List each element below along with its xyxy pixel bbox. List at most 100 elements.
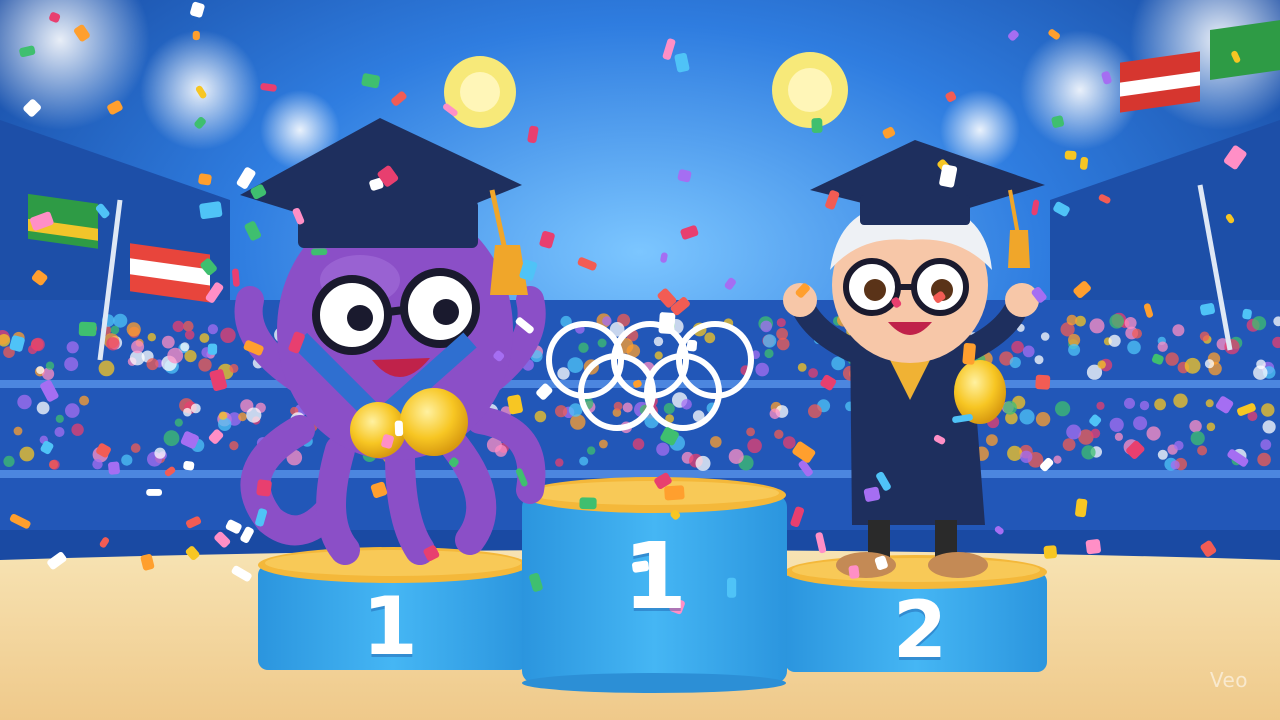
crowd-spectator xyxy=(130,443,141,453)
crowd-spectator xyxy=(238,412,247,422)
crowd-spectator xyxy=(776,318,786,328)
crowd-spectator xyxy=(1124,317,1137,329)
crowd-spectator xyxy=(783,436,796,449)
crowd-spectator xyxy=(27,344,38,355)
confetti-piece xyxy=(394,420,404,437)
crowd-spectator xyxy=(663,403,675,414)
crowd-spectator xyxy=(1068,343,1081,356)
crowd-spectator xyxy=(1165,352,1179,366)
crowd-spectator xyxy=(36,366,45,375)
confetti-piece xyxy=(311,248,328,256)
crowd-spectator xyxy=(555,405,568,418)
crowd-spectator xyxy=(13,426,23,436)
crowd-spectator xyxy=(602,316,612,326)
crowd-spectator xyxy=(1035,412,1051,427)
crowd-spectator xyxy=(578,342,589,353)
crowd-spectator xyxy=(534,410,547,423)
crowd-spectator xyxy=(1262,420,1276,434)
crowd-spectator xyxy=(1157,341,1168,352)
crowd-spectator xyxy=(98,360,115,377)
crowd-spectator xyxy=(198,358,212,372)
crowd-spectator xyxy=(654,351,663,360)
crowd-spectator xyxy=(704,332,716,344)
confetti-piece xyxy=(108,461,120,475)
crowd-spectator xyxy=(1114,432,1123,441)
crowd-spectator xyxy=(613,401,623,411)
confetti-piece xyxy=(207,343,218,355)
crowd-spectator xyxy=(1206,422,1216,432)
crowd-spectator xyxy=(163,430,180,447)
crowd-spectator xyxy=(597,338,607,348)
crowd-spectator xyxy=(1007,445,1023,461)
crowd-spectator xyxy=(167,347,184,364)
crowd-spectator xyxy=(1081,445,1096,460)
crowd-spectator xyxy=(1040,332,1050,341)
crowd-spectator xyxy=(1066,424,1082,440)
crowd-spectator xyxy=(570,414,586,430)
crowd-spectator xyxy=(774,429,784,439)
confetti-piece xyxy=(1043,545,1057,559)
crowd-spectator xyxy=(71,423,84,436)
crowd-spectator xyxy=(1252,316,1267,331)
crowd-spectator xyxy=(728,449,744,464)
crowd-spectator xyxy=(1096,401,1105,410)
crowd-spectator xyxy=(1053,455,1062,464)
crowd-spectator xyxy=(1154,398,1166,411)
crowd-spectator xyxy=(1127,340,1141,355)
crowd-spectator xyxy=(1197,445,1208,456)
crowd-spectator xyxy=(622,402,633,413)
crowd-spectator xyxy=(579,456,589,466)
crowd-spectator xyxy=(1190,431,1205,446)
crowd-spectator xyxy=(1022,345,1035,358)
crowd-spectator xyxy=(599,439,608,449)
crowd-spectator xyxy=(64,357,79,372)
crowd-spectator xyxy=(79,395,90,406)
crowd-spectator xyxy=(65,403,80,418)
crowd-spectator xyxy=(1174,440,1184,451)
crowd-spectator xyxy=(1019,450,1033,463)
crowd-spectator xyxy=(1109,417,1124,432)
confetti-piece xyxy=(1075,498,1088,518)
crowd-spectator xyxy=(3,455,15,467)
crowd-spectator xyxy=(126,322,141,337)
crowd-spectator xyxy=(986,434,998,446)
crowd-spectator xyxy=(755,362,769,377)
crowd-spectator xyxy=(1133,416,1148,431)
crowd-spectator xyxy=(769,408,781,420)
crowd-spectator xyxy=(681,399,692,410)
crowd-spectator xyxy=(17,394,32,410)
crowd-spectator xyxy=(762,334,777,348)
crowd-spectator xyxy=(1199,331,1210,342)
crowd-spectator xyxy=(587,446,596,455)
crowd-spectator xyxy=(174,418,183,427)
crowd-spectator xyxy=(1003,400,1017,415)
crowd-spectator xyxy=(55,414,64,423)
crowd-spectator xyxy=(1108,334,1121,347)
confetti-piece xyxy=(183,460,195,471)
confetti-piece xyxy=(198,173,212,186)
confetti-piece xyxy=(658,312,676,335)
crowd-spectator xyxy=(110,325,120,335)
crowd-spectator xyxy=(710,436,722,448)
crowd-spectator xyxy=(555,458,564,467)
crowd-spectator xyxy=(1132,328,1142,339)
crowd-spectator xyxy=(220,327,236,343)
confetti-piece xyxy=(848,565,860,579)
podium-center-place-number: 1 xyxy=(622,523,687,630)
confetti-piece xyxy=(1035,374,1051,390)
confetti-piece xyxy=(78,321,97,337)
crowd-spectator xyxy=(632,438,645,450)
veo-watermark: Veo xyxy=(1209,668,1248,692)
crowd-spectator xyxy=(1173,393,1188,408)
crowd-spectator xyxy=(1146,426,1161,441)
confetti-piece xyxy=(664,485,685,501)
crowd-spectator xyxy=(1257,452,1271,467)
crowd-spectator xyxy=(1062,438,1076,451)
crowd-spectator xyxy=(1034,355,1044,365)
confetti-piece xyxy=(1079,156,1089,170)
crowd-spectator xyxy=(653,336,664,347)
crowd-spectator xyxy=(808,368,818,378)
crowd-spectator xyxy=(229,441,239,451)
crowd-spectator xyxy=(45,361,55,370)
crowd-spectator xyxy=(746,427,755,437)
